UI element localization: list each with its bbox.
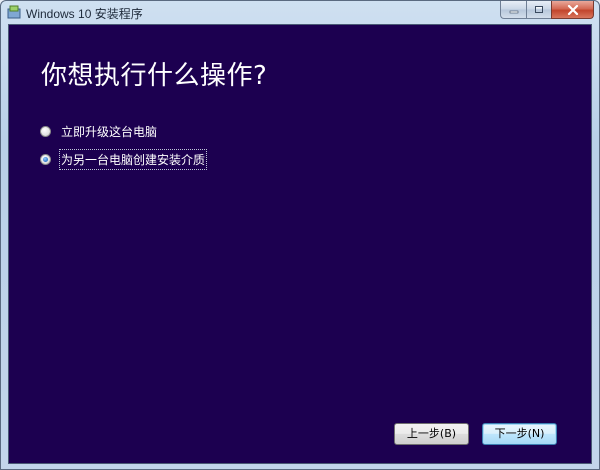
- option-upgrade-this-pc[interactable]: 立即升级这台电脑: [40, 122, 158, 140]
- maximize-button[interactable]: [526, 1, 551, 19]
- close-button[interactable]: [551, 1, 594, 19]
- close-icon: [567, 4, 578, 15]
- back-button[interactable]: 上一步(B): [394, 423, 469, 445]
- minimize-button[interactable]: [500, 1, 526, 19]
- radio-button-unchecked[interactable]: [40, 125, 51, 137]
- next-button[interactable]: 下一步(N): [482, 423, 557, 445]
- title-bar[interactable]: Windows 10 安装程序: [1, 1, 599, 23]
- setup-content-panel: 你想执行什么操作? 立即升级这台电脑 为另一台电脑创建安装介质 上一步(B) 下…: [8, 24, 592, 464]
- setup-window: Windows 10 安装程序 你想执行什么操作? 立即升级这台电脑 为另一台电…: [0, 0, 600, 470]
- option-create-media[interactable]: 为另一台电脑创建安装介质: [40, 148, 208, 170]
- radio-button-checked[interactable]: [40, 153, 51, 165]
- page-heading: 你想执行什么操作?: [41, 61, 268, 91]
- window-controls: [500, 1, 594, 20]
- window-title: Windows 10 安装程序: [26, 7, 143, 21]
- option-upgrade-label: 立即升级这台电脑: [61, 124, 158, 139]
- maximize-icon: [535, 6, 543, 13]
- option-create-media-label: 为另一台电脑创建安装介质: [58, 148, 208, 170]
- minimize-icon: [509, 10, 518, 13]
- setup-app-icon: [7, 5, 21, 19]
